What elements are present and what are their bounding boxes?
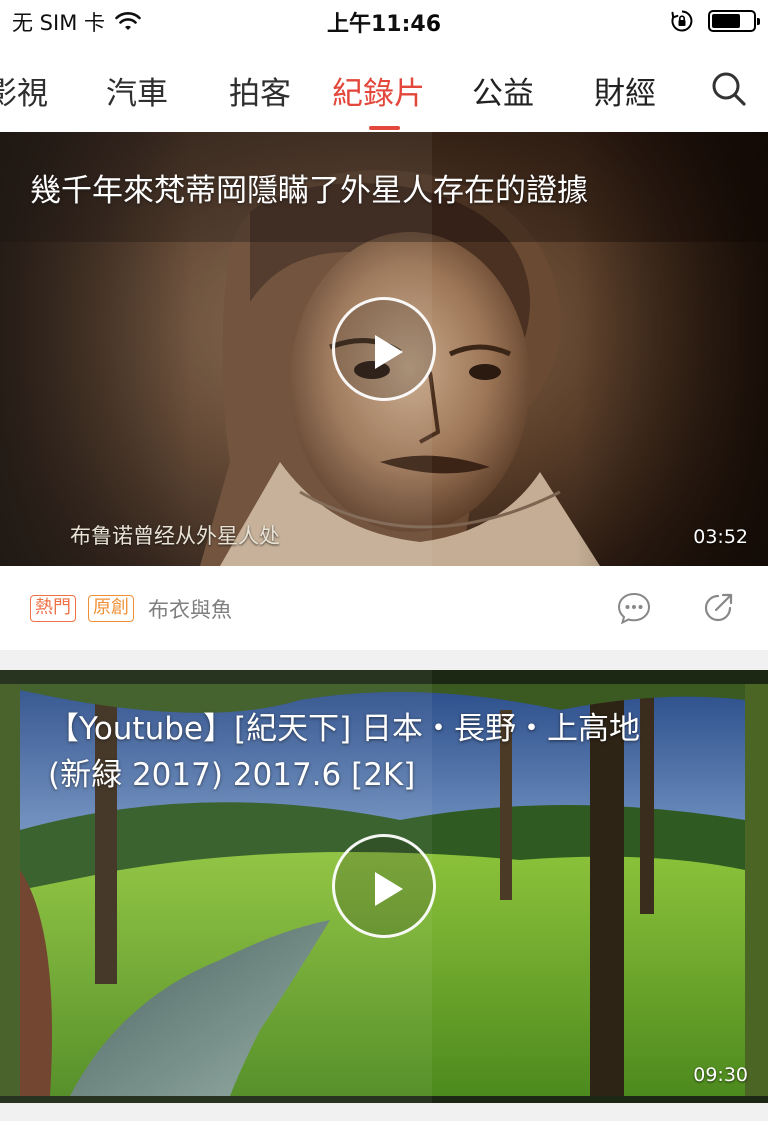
- search-icon[interactable]: [706, 66, 750, 110]
- clock: 上午11:46: [326, 12, 442, 37]
- video-title[interactable]: 幾千年來梵蒂岡隱瞞了外星人存在的證據: [30, 168, 728, 214]
- play-icon: [375, 872, 403, 906]
- comment-icon[interactable]: [616, 590, 652, 626]
- video-card-2[interactable]: 【Youtube】[紀天下] 日本・長野・上高地 (新緑 2017) 2017.…: [0, 670, 768, 1103]
- category-nav: 影視 汽車 拍客 紀錄片 公益 財經: [0, 44, 768, 132]
- tab-documentary[interactable]: 紀錄片: [332, 68, 425, 113]
- tab-charity[interactable]: 公益: [472, 68, 534, 113]
- play-button[interactable]: [332, 297, 436, 401]
- tab-paike[interactable]: 拍客: [229, 68, 291, 113]
- hot-badge: 熱門: [30, 595, 76, 622]
- status-right: [670, 9, 760, 33]
- card-divider: [0, 650, 768, 670]
- bottom-divider: [0, 1103, 768, 1121]
- share-icon[interactable]: [700, 590, 736, 626]
- video-duration: 09:30: [693, 1064, 748, 1086]
- play-button[interactable]: [332, 834, 436, 938]
- video-title-line-2: (新緑 2017) 2017.6 [2K]: [48, 757, 416, 793]
- status-bar: 无 SIM 卡 上午11:46: [0, 0, 768, 44]
- video-meta-row: 熱門 原創 布衣與魚: [0, 566, 768, 650]
- tab-film[interactable]: 影視: [0, 68, 48, 113]
- battery-icon: [708, 10, 760, 32]
- tab-finance[interactable]: 財經: [594, 68, 656, 113]
- original-badge: 原創: [88, 595, 134, 622]
- battery-fill: [712, 14, 740, 28]
- active-tab-indicator: [369, 126, 400, 130]
- video-card-1[interactable]: 幾千年來梵蒂岡隱瞞了外星人存在的證據 布鲁诺曾经从外星人处 03:52: [0, 132, 768, 566]
- battery-tip: [757, 18, 760, 25]
- video-title-line-1: 【Youtube】[紀天下] 日本・長野・上高地: [48, 711, 641, 747]
- play-icon: [375, 335, 403, 369]
- orientation-lock-icon: [671, 10, 693, 32]
- author-name[interactable]: 布衣與魚: [148, 594, 232, 624]
- video-duration: 03:52: [693, 526, 748, 548]
- tab-auto[interactable]: 汽車: [106, 68, 168, 113]
- video-subtitle: 布鲁诺曾经从外星人处: [70, 524, 280, 548]
- video-title[interactable]: 【Youtube】[紀天下] 日本・長野・上高地 (新緑 2017) 2017.…: [48, 706, 728, 798]
